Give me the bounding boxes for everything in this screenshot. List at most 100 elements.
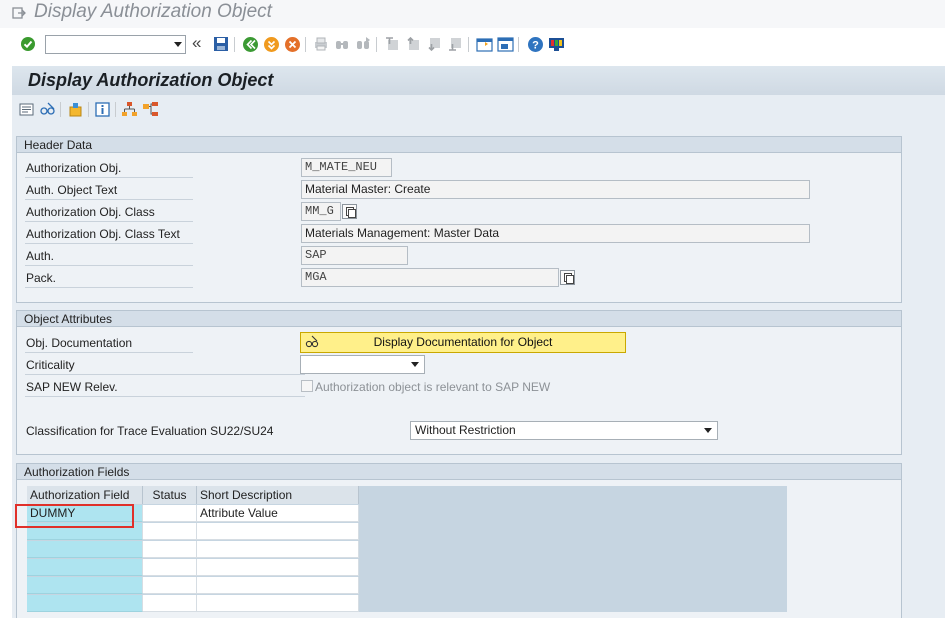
main-screen: Display Authorization Object Header Data… — [12, 66, 945, 618]
table-cell-empty[interactable] — [27, 595, 143, 612]
column-header-authorization-field[interactable]: Authorization Field — [27, 486, 143, 504]
toolbar-separator — [468, 37, 469, 52]
auth-obj-label: Authorization Obj. — [26, 161, 122, 175]
toolbar-separator — [60, 102, 61, 117]
header-data-title: Header Data — [17, 137, 901, 153]
last-page-icon[interactable] — [446, 35, 464, 53]
print-icon[interactable] — [312, 35, 330, 53]
table-cell-empty[interactable] — [197, 559, 359, 576]
enter-icon[interactable] — [19, 35, 37, 53]
label-underline — [25, 352, 193, 353]
screen-title: Display Authorization Object — [28, 70, 274, 90]
authorization-fields-table: Authorization Field Status Short Descrip… — [27, 486, 787, 612]
display-documentation-label: Display Documentation for Object — [373, 335, 553, 349]
trace-classification-label: Classification for Trace Evaluation SU22… — [26, 424, 274, 438]
toolbar-separator — [305, 37, 306, 52]
auth-obj-class-text-label: Authorization Obj. Class Text — [26, 227, 180, 241]
edit-glasses-icon[interactable] — [39, 101, 56, 118]
shortcut-icon[interactable] — [496, 35, 514, 53]
table-cell-empty[interactable] — [143, 595, 197, 612]
next-page-icon[interactable] — [425, 35, 443, 53]
toolbar-separator — [115, 102, 116, 117]
table-cell-empty[interactable] — [27, 559, 143, 576]
table-cell-empty[interactable] — [143, 541, 197, 558]
other-object-icon[interactable] — [67, 101, 84, 118]
copy-icon[interactable] — [342, 204, 357, 219]
pack-field[interactable]: MGA — [301, 268, 559, 287]
column-header-short-description[interactable]: Short Description — [197, 486, 359, 504]
chevron-down-icon[interactable] — [704, 428, 712, 433]
criticality-dropdown[interactable] — [300, 355, 425, 374]
label-underline — [25, 265, 193, 266]
auth-obj-class-text-field[interactable]: Materials Management: Master Data — [301, 224, 810, 243]
toolbar-separator — [234, 37, 235, 52]
label-underline — [25, 287, 193, 288]
obj-documentation-label: Obj. Documentation — [26, 336, 133, 350]
toolbar-separator — [88, 102, 89, 117]
customize-layout-icon[interactable] — [547, 35, 565, 53]
chevron-down-icon[interactable] — [174, 42, 182, 47]
table-cell-empty[interactable] — [197, 523, 359, 540]
command-field[interactable] — [45, 35, 186, 54]
new-session-icon[interactable] — [475, 35, 493, 53]
table-cell-empty[interactable] — [27, 541, 143, 558]
auth-label: Auth. — [26, 249, 55, 263]
criticality-label: Criticality — [26, 358, 75, 372]
label-underline — [25, 177, 193, 178]
toolbar-separator — [518, 37, 519, 52]
system-toolbar: « ? — [0, 30, 945, 58]
where-used-icon[interactable] — [142, 101, 159, 118]
information-icon[interactable] — [94, 101, 111, 118]
collapse-command-field-icon[interactable]: « — [192, 33, 201, 53]
table-cell-description[interactable]: Attribute Value — [197, 505, 359, 522]
label-underline — [25, 199, 193, 200]
table-cell-empty[interactable] — [197, 577, 359, 594]
documentation-glasses-icon — [305, 335, 319, 348]
sap-new-checkbox-label: Authorization object is relevant to SAP … — [315, 380, 551, 394]
auth-obj-text-field[interactable]: Material Master: Create — [301, 180, 810, 199]
window-title-bar: Display Authorization Object — [0, 0, 945, 28]
table-cell-empty[interactable] — [143, 559, 197, 576]
cancel-icon[interactable] — [283, 35, 301, 53]
window-title: Display Authorization Object — [34, 1, 272, 22]
hierarchy-icon[interactable] — [121, 101, 138, 118]
help-icon[interactable]: ? — [526, 35, 544, 53]
screen-title-bar: Display Authorization Object — [12, 66, 945, 95]
find-next-icon[interactable] — [354, 35, 372, 53]
highlight-box — [15, 504, 134, 528]
trace-classification-value: Without Restriction — [415, 423, 516, 437]
display-documentation-button[interactable]: Display Documentation for Object — [300, 332, 626, 353]
application-toolbar — [12, 97, 945, 123]
header-data-group: Header Data Authorization Obj. M_MATE_NE… — [16, 136, 902, 303]
exit-icon[interactable] — [262, 35, 280, 53]
find-icon[interactable] — [333, 35, 351, 53]
pack-label: Pack. — [26, 271, 57, 285]
display-change-icon[interactable] — [18, 101, 35, 118]
exit-arrow-icon — [12, 7, 26, 19]
authorization-fields-group: Authorization Fields Authorization Field… — [15, 463, 902, 618]
auth-obj-class-field[interactable]: MM_G — [301, 202, 341, 221]
copy-icon[interactable] — [560, 270, 575, 285]
column-header-status[interactable]: Status — [143, 486, 197, 504]
table-cell-status[interactable] — [143, 505, 197, 522]
table-cell-empty[interactable] — [143, 577, 197, 594]
object-attributes-title: Object Attributes — [17, 311, 901, 327]
svg-text:?: ? — [532, 39, 539, 51]
auth-obj-text-label: Auth. Object Text — [26, 183, 118, 197]
table-cell-empty[interactable] — [27, 577, 143, 594]
save-icon[interactable] — [212, 35, 230, 53]
trace-classification-dropdown[interactable]: Without Restriction — [410, 421, 718, 440]
label-underline — [25, 396, 305, 397]
previous-page-icon[interactable] — [404, 35, 422, 53]
sap-new-relev-label: SAP NEW Relev. — [26, 380, 118, 394]
sap-new-checkbox[interactable] — [301, 380, 313, 392]
table-cell-empty[interactable] — [197, 595, 359, 612]
table-cell-empty[interactable] — [197, 541, 359, 558]
first-page-icon[interactable] — [383, 35, 401, 53]
table-cell-empty[interactable] — [143, 523, 197, 540]
auth-obj-field[interactable]: M_MATE_NEU — [301, 158, 392, 177]
auth-field[interactable]: SAP — [301, 246, 408, 265]
chevron-down-icon[interactable] — [411, 362, 419, 367]
back-icon[interactable] — [241, 35, 259, 53]
auth-obj-class-label: Authorization Obj. Class — [26, 205, 155, 219]
